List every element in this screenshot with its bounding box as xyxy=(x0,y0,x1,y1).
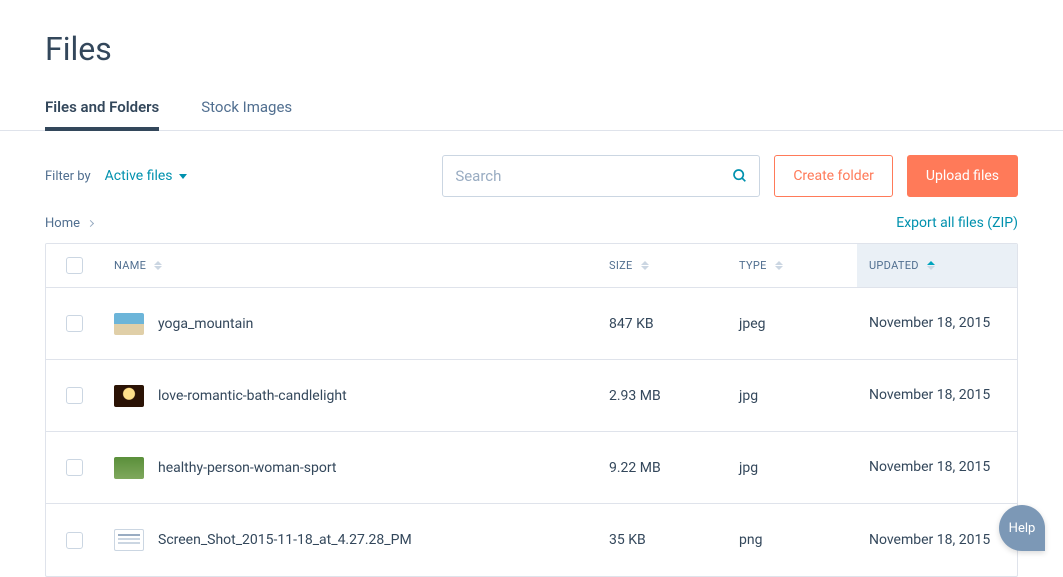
column-type[interactable]: TYPE xyxy=(727,259,857,272)
table-row[interactable]: Screen_Shot_2015-11-18_at_4.27.28_PM 35 … xyxy=(46,504,1017,576)
file-thumbnail xyxy=(114,385,144,407)
upload-files-button[interactable]: Upload files xyxy=(907,155,1018,197)
table-row[interactable]: love-romantic-bath-candlelight 2.93 MB j… xyxy=(46,360,1017,432)
file-size: 847 KB xyxy=(609,316,654,332)
file-name: yoga_mountain xyxy=(158,316,253,332)
file-size: 35 KB xyxy=(609,532,646,548)
row-checkbox[interactable] xyxy=(66,387,83,404)
column-size-label: SIZE xyxy=(609,259,633,272)
page-header: Files xyxy=(0,0,1063,68)
file-type: jpg xyxy=(739,460,758,476)
breadcrumb-home: Home xyxy=(45,216,80,231)
column-updated-label: UPDATED xyxy=(869,259,919,272)
file-updated: November 18, 2015 xyxy=(869,314,990,332)
sort-icon xyxy=(927,261,935,270)
row-checkbox[interactable] xyxy=(66,532,83,549)
column-name-label: NAME xyxy=(114,259,146,272)
sort-icon xyxy=(775,261,783,270)
tab-stock-images[interactable]: Stock Images xyxy=(201,98,292,130)
breadcrumb-row: Home Export all files (ZIP) xyxy=(0,205,1063,243)
search-wrap xyxy=(442,155,760,197)
file-updated: November 18, 2015 xyxy=(869,458,990,476)
export-all-link[interactable]: Export all files (ZIP) xyxy=(896,215,1018,231)
table-row[interactable]: yoga_mountain 847 KB jpeg November 18, 2… xyxy=(46,288,1017,360)
page-title: Files xyxy=(45,30,1018,68)
filter-dropdown[interactable]: Active files xyxy=(105,168,187,184)
create-folder-button[interactable]: Create folder xyxy=(774,155,893,197)
chevron-down-icon xyxy=(179,174,187,179)
table-header: NAME SIZE TYPE UPDATED xyxy=(46,244,1017,288)
files-table: NAME SIZE TYPE UPDATED yoga_mountain 847… xyxy=(45,243,1018,577)
tabs: Files and Folders Stock Images xyxy=(0,68,1063,131)
filter-by-label: Filter by xyxy=(45,169,91,184)
chevron-right-icon xyxy=(87,219,94,226)
file-name: healthy-person-woman-sport xyxy=(158,460,337,476)
file-thumbnail xyxy=(114,457,144,479)
file-thumbnail xyxy=(114,313,144,335)
file-size: 2.93 MB xyxy=(609,388,661,404)
toolbar: Filter by Active files Create folder Upl… xyxy=(0,131,1063,205)
column-type-label: TYPE xyxy=(739,259,767,272)
file-name: love-romantic-bath-candlelight xyxy=(158,388,347,404)
file-thumbnail xyxy=(114,529,144,551)
file-type: png xyxy=(739,532,762,548)
filter-value: Active files xyxy=(105,168,173,184)
help-button[interactable]: Help xyxy=(999,505,1045,551)
table-row[interactable]: healthy-person-woman-sport 9.22 MB jpg N… xyxy=(46,432,1017,504)
column-name[interactable]: NAME xyxy=(102,259,597,272)
sort-icon xyxy=(154,261,162,270)
file-type: jpg xyxy=(739,388,758,404)
file-size: 9.22 MB xyxy=(609,460,661,476)
row-checkbox[interactable] xyxy=(66,315,83,332)
sort-icon xyxy=(641,261,649,270)
tab-files-and-folders[interactable]: Files and Folders xyxy=(45,98,159,130)
search-input[interactable] xyxy=(442,155,760,197)
select-all-checkbox[interactable] xyxy=(66,257,83,274)
breadcrumb[interactable]: Home xyxy=(45,216,93,231)
file-updated: November 18, 2015 xyxy=(869,386,990,404)
column-updated[interactable]: UPDATED xyxy=(857,244,1017,287)
file-type: jpeg xyxy=(739,316,766,332)
row-checkbox[interactable] xyxy=(66,459,83,476)
column-size[interactable]: SIZE xyxy=(597,259,727,272)
file-updated: November 18, 2015 xyxy=(869,531,990,549)
file-name: Screen_Shot_2015-11-18_at_4.27.28_PM xyxy=(158,532,412,548)
select-all-cell xyxy=(46,257,102,274)
